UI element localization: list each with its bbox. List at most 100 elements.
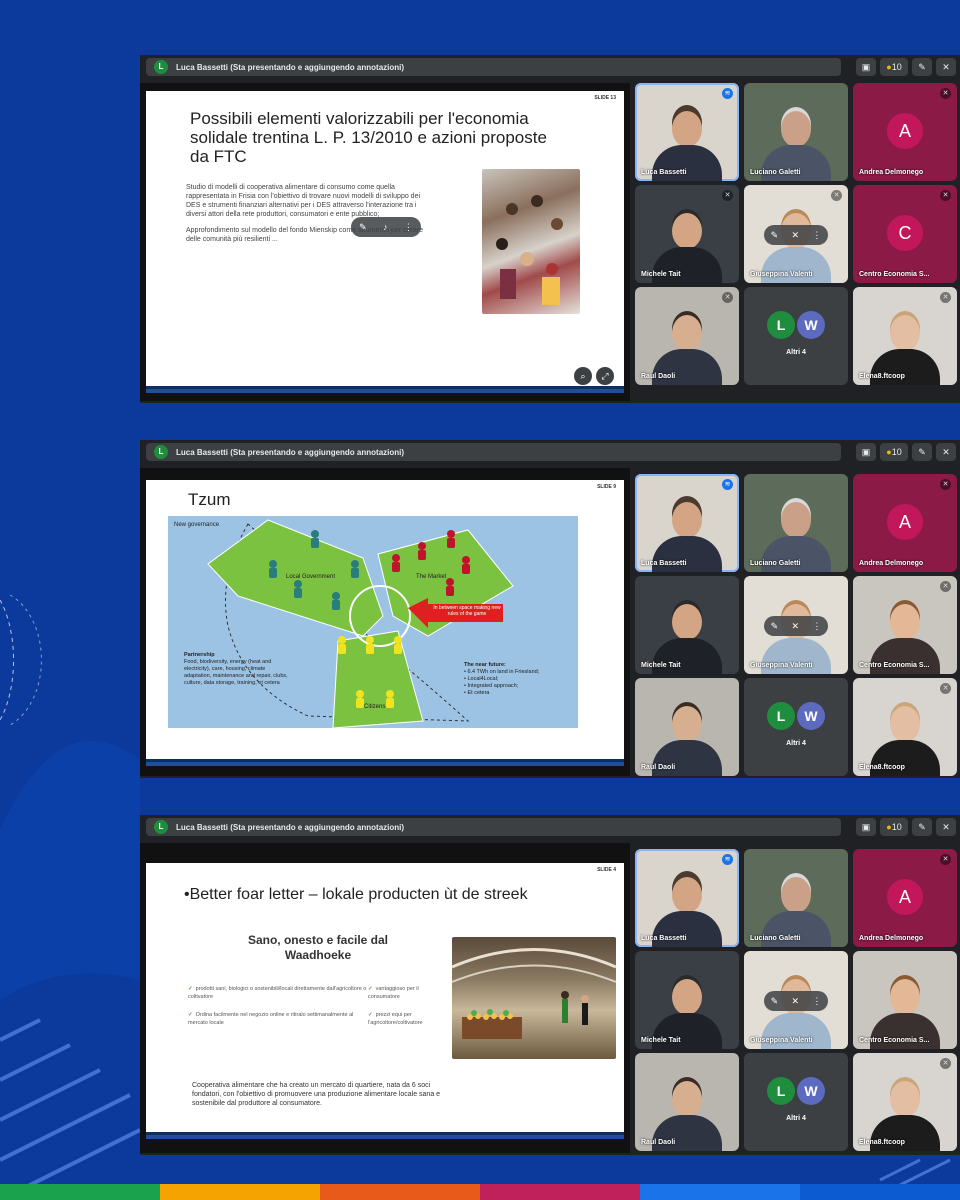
others-label: Altri 4 [786,1115,806,1122]
participant-avatar: A [887,504,923,540]
mic-off-icon[interactable]: ✕ [791,996,799,1007]
participant-name: Michele Tait [641,1037,681,1044]
presenter-banner[interactable]: L Luca Bassetti (Sta presentando e aggiu… [146,58,841,76]
more-icon[interactable]: ⋮ [812,621,821,632]
participant-tile[interactable]: ✕ Centro Economia S... [853,576,957,674]
participant-tile[interactable]: Raul Daoli [635,678,739,776]
participant-tile[interactable]: ✕ Michele Tait [635,185,739,283]
participant-tile[interactable]: C ✕ Centro Economia S... [853,185,957,283]
slide-title: Possibili elementi valorizzabili per l'e… [190,109,547,166]
color-band-segment [640,1184,800,1200]
participant-tile[interactable]: A ✕ Andrea Delmonego [853,83,957,181]
more-icon[interactable]: ⋮ [812,996,821,1007]
edit-icon[interactable]: ✎ [912,443,932,461]
media-controls[interactable]: ✎ ♪ ⋮ [351,217,421,237]
pin-icon[interactable]: ▣ [856,443,876,461]
participant-tile[interactable]: ✎ ✕ ⋮ Giuseppina Valenti [744,576,848,674]
presenter-banner[interactable]: L Luca Bassetti (Sta presentando e aggiu… [146,443,841,461]
pen-icon[interactable]: ✎ [771,230,779,241]
more-icon[interactable]: ⋮ [812,230,821,241]
pin-icon[interactable]: ▣ [856,58,876,76]
slide-photo-market [451,937,617,1059]
avatar: W [797,1077,825,1105]
participant-tile[interactable]: LW Altri 4 [744,287,848,385]
annotate-icon[interactable]: ✕ [936,818,956,836]
pen-icon[interactable]: ✎ [771,621,779,632]
more-icon[interactable]: ⋮ [404,222,413,233]
volume-icon[interactable]: ♪ [383,222,388,232]
participant-tile[interactable]: ≋ Luca Bassetti [635,474,739,572]
participant-tile[interactable]: A ✕ Andrea Delmonego [853,849,957,947]
participant-name: Luciano Galetti [750,560,801,567]
fullscreen-icon[interactable]: ⤢ [596,367,614,385]
presenter-label: Luca Bassetti (Sta presentando e aggiung… [176,447,405,457]
participant-tile[interactable]: ≋ Luca Bassetti [635,849,739,947]
annotate-icon[interactable]: ✕ [936,443,956,461]
edit-icon[interactable]: ✎ [912,818,932,836]
slide-footer [146,762,624,766]
presenter-banner[interactable]: L Luca Bassetti (Sta presentando e aggiu… [146,818,841,836]
participant-name: Raul Daoli [641,764,676,771]
participants-count[interactable]: ●10 [880,818,908,836]
participant-tile[interactable]: Luciano Galetti [744,849,848,947]
diagram: New governance Local Government The Mark… [168,516,578,728]
participant-tile[interactable]: ✕ Raul Daoli [635,287,739,385]
presenter-avatar: L [154,445,168,459]
participant-tile[interactable]: LW Altri 4 [744,678,848,776]
participant-name: Elena8.ftcoop [859,373,905,380]
participant-tile[interactable]: ✎ ✕ ⋮ ✕ Giuseppina Valenti [744,185,848,283]
participant-name: Luciano Galetti [750,935,801,942]
participant-tile[interactable]: LW Altri 4 [744,1053,848,1151]
media-controls[interactable]: ✎ ✕ ⋮ [764,616,828,636]
participant-tile[interactable]: Michele Tait [635,576,739,674]
participant-tile[interactable]: ✎ ✕ ⋮ Giuseppina Valenti [744,951,848,1049]
media-controls[interactable]: ✎ ✕ ⋮ [764,225,828,245]
participant-name: Elena8.ftcoop [859,764,905,771]
slide-bullet: ✓ prezzi equi per l'agricoltore/coltivato… [368,1012,423,1026]
participant-tile[interactable]: Luciano Galetti [744,83,848,181]
meet-screenshot-1: L Luca Bassetti (Sta presentando e aggiu… [140,55,960,403]
presentation-area: SLIDE 4 •Better foar letter – lokale pro… [140,843,630,1153]
top-bar: L Luca Bassetti (Sta presentando e aggiu… [140,815,960,839]
participant-tile[interactable]: A ✕ Andrea Delmonego [853,474,957,572]
slide-paragraph: Studio di modelli di cooperativa aliment… [186,184,421,218]
participant-tile[interactable]: ✕ Elena8.ftcoop [853,1053,957,1151]
media-controls[interactable]: ✎ ✕ ⋮ [764,991,828,1011]
others-avatars: LW [766,1077,826,1105]
mic-off-icon: ✕ [940,581,951,592]
mic-off-icon: ✕ [722,190,733,201]
mic-off-icon: ✕ [940,479,951,490]
mic-off-icon[interactable]: ✕ [791,230,799,241]
slide-title: •Better foar letter – lokale producten ù… [184,886,528,903]
bullet-text: prodotti sani, biologici o sostenibili/l… [188,986,367,1000]
participant-name: Andrea Delmonego [859,935,924,942]
slide: SLIDE 9 Tzum New governance Local Govern… [146,480,624,766]
participants-count-label: 10 [891,62,902,72]
edit-icon[interactable]: ✎ [912,58,932,76]
participant-tile[interactable]: Michele Tait [635,951,739,1049]
participants-count[interactable]: ●10 [880,443,908,461]
mic-off-icon[interactable]: ✕ [791,621,799,632]
participant-name: Centro Economia S... [859,662,930,669]
participant-tile[interactable]: Luciano Galetti [744,474,848,572]
participant-tile[interactable]: ✕ Elena8.ftcoop [853,287,957,385]
participant-tile[interactable]: Centro Economia S... [853,951,957,1049]
market-illustration [451,948,617,1039]
annotate-icon[interactable]: ✕ [936,58,956,76]
participant-tile[interactable]: ✕ Elena8.ftcoop [853,678,957,776]
others-avatars: LW [766,702,826,730]
participant-name: Centro Economia S... [859,271,930,278]
participant-tile[interactable]: ≋ Luca Bassetti [635,83,739,181]
participants-count[interactable]: ●10 [880,58,908,76]
pen-icon[interactable]: ✎ [359,222,367,233]
slide-bullet: ✓ vantaggioso per il consumatore [368,986,419,1000]
slide: SLIDE 13 Possibili elementi valorizzabil… [146,91,624,393]
pin-icon[interactable]: ▣ [856,818,876,836]
slide-number: SLIDE 9 [597,484,616,490]
participant-grid: ≋ Luca Bassetti Luciano Galetti A ✕ Andr… [635,849,957,1151]
pen-icon[interactable]: ✎ [771,996,779,1007]
participant-tile[interactable]: Raul Daoli [635,1053,739,1151]
participant-name: Luca Bassetti [641,560,687,567]
zoom-icon[interactable]: ⌕ [574,367,592,385]
people-illustration [496,195,563,305]
